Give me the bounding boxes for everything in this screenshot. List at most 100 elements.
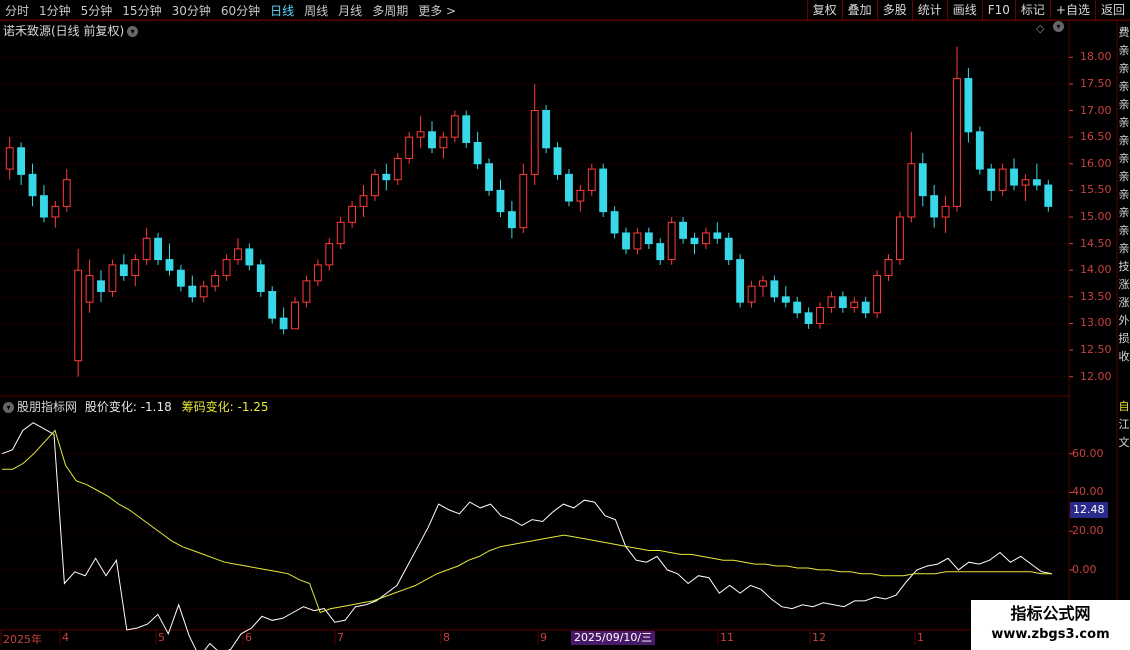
candle-body: [74, 269, 83, 362]
side-panel-char: 涨: [1118, 278, 1130, 291]
candle-body: [816, 306, 824, 324]
candle-body: [108, 264, 117, 293]
candle-body: [222, 259, 231, 277]
candle-body: [188, 285, 197, 298]
indicator-y-tick-label: 60.00: [1072, 446, 1104, 460]
candle-body: [165, 259, 174, 271]
side-panel-char: 亲: [1118, 224, 1130, 237]
candle-body: [5, 147, 14, 170]
candle-body: [405, 136, 414, 159]
side-panel-char: 自: [1118, 400, 1130, 413]
side-panel-char: 文: [1118, 436, 1130, 449]
candle-body: [416, 131, 425, 138]
chart-canvas: [0, 19, 1130, 650]
candle-body: [62, 179, 71, 207]
right-side-panel: 费亲亲亲亲亲亲亲亲亲亲亲亲技涨涨外损收: [1118, 24, 1130, 366]
candle-body: [359, 195, 368, 207]
candle-body: [302, 280, 311, 303]
candle-body: [382, 173, 391, 181]
side-panel-char: 亲: [1118, 206, 1130, 219]
candle-body: [1021, 179, 1030, 186]
candle-body: [576, 189, 585, 202]
x-axis-label: 11: [720, 631, 734, 644]
main-y-tick-label: 14.00: [1080, 263, 1112, 277]
candle-body: [485, 163, 493, 191]
x-axis-label: 2025年: [3, 633, 42, 646]
main-y-tick-label: 15.00: [1080, 209, 1112, 223]
candle-body: [565, 173, 573, 202]
current-value-tag: 12.48: [1070, 502, 1108, 518]
side-panel-char: 亲: [1118, 134, 1130, 147]
x-axis-label: 7: [337, 631, 344, 644]
candle-body: [51, 205, 60, 218]
candle-body: [793, 301, 802, 314]
candle-body: [884, 259, 893, 277]
candle-body: [770, 280, 779, 298]
candle-body: [325, 243, 334, 266]
main-y-tick-label: 15.50: [1080, 183, 1112, 197]
main-y-tick-label: 14.50: [1080, 236, 1112, 250]
indicator-y-tick-label: 0.00: [1072, 562, 1097, 576]
candle-body: [28, 173, 37, 197]
candle-body: [724, 237, 733, 261]
candle-body: [713, 232, 722, 239]
x-axis-label: 9: [540, 631, 547, 644]
candle-body: [348, 205, 357, 223]
candle-body: [553, 147, 562, 175]
candle-body: [998, 168, 1007, 191]
candle-body: [896, 216, 904, 261]
side-panel-char: 损: [1118, 332, 1130, 345]
side-panel-char: 技: [1118, 260, 1130, 273]
side-panel-char: 涨: [1118, 296, 1130, 309]
right-side-panel-indicator: 自江文: [1118, 398, 1130, 452]
indicator-y-tick-label: 20.00: [1072, 524, 1104, 538]
candle-body: [519, 173, 528, 229]
main-y-tick-label: 12.50: [1080, 343, 1112, 357]
x-axis-label: 6: [245, 631, 252, 644]
candle-body: [804, 312, 813, 324]
candle-body: [234, 248, 242, 261]
candle-body: [633, 232, 642, 250]
side-panel-char: 亲: [1118, 80, 1130, 93]
candle-body: [838, 296, 847, 308]
candle-body: [873, 275, 882, 314]
candle-body: [131, 259, 140, 277]
side-panel-char: 亲: [1118, 62, 1130, 75]
candle-body: [941, 205, 950, 218]
side-panel-char: 亲: [1118, 44, 1130, 57]
series-line-1: [2, 429, 1052, 614]
candle-body: [40, 195, 48, 218]
candle-body: [667, 221, 676, 261]
candle-body: [268, 291, 277, 319]
candle-body: [987, 168, 996, 191]
candle-body: [428, 131, 436, 149]
candle-body: [781, 296, 790, 303]
candle-body: [542, 110, 551, 149]
candle-body: [622, 232, 630, 250]
main-y-tick-label: 17.50: [1080, 76, 1112, 90]
candle-body: [530, 110, 539, 175]
crosshair-date-tag: 2025/09/10/三: [571, 631, 656, 645]
candle-body: [907, 163, 916, 218]
side-panel-char: 江: [1118, 418, 1130, 431]
candle-body: [736, 259, 745, 303]
candle-body: [599, 168, 608, 213]
candle-body: [199, 285, 208, 298]
candle-body: [473, 141, 482, 165]
candle-body: [975, 131, 984, 170]
candle-body: [450, 115, 459, 138]
x-axis-label: 5: [158, 631, 165, 644]
candle-body: [507, 211, 516, 229]
candle-body: [211, 275, 220, 287]
main-y-tick-label: 16.00: [1080, 156, 1112, 170]
candle-body: [279, 317, 288, 330]
candle-body: [679, 221, 687, 239]
candle-body: [439, 136, 448, 149]
x-axis-label: 8: [443, 631, 450, 644]
candle-body: [759, 280, 767, 287]
watermark-title: 指标公式网: [1010, 604, 1091, 623]
candle-body: [245, 248, 254, 266]
candle-body: [827, 296, 836, 308]
candle-body: [644, 232, 653, 245]
side-panel-char: 亲: [1118, 242, 1130, 255]
